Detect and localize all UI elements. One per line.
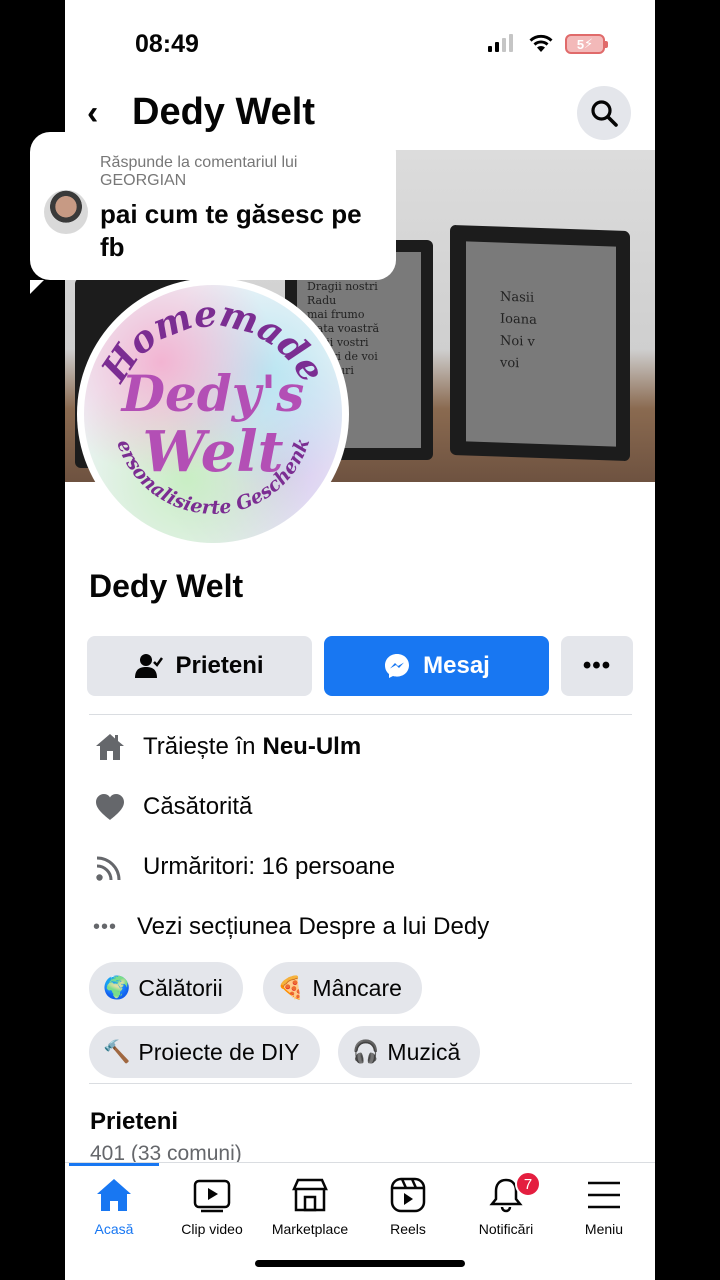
status-time: 08:49 xyxy=(135,30,199,58)
hobby-label: Muzică xyxy=(387,1038,461,1065)
info-row-lives: Trăiește în Neu-Ulm xyxy=(93,730,361,764)
globe-icon: 🌍 xyxy=(103,975,131,1001)
marketplace-icon xyxy=(292,1178,328,1212)
dedys-welt-logo: Homemade Personalisierte Geschenke Dedy'… xyxy=(84,285,342,543)
headphones-icon: 🎧 xyxy=(352,1039,380,1065)
home-icon xyxy=(97,1179,131,1211)
message-button-label: Mesaj xyxy=(423,652,490,679)
friends-button-label: Prieteni xyxy=(175,652,264,679)
comment-text: pai cum te găsesc pe fb xyxy=(100,199,362,262)
more-options-button[interactable]: ••• xyxy=(561,636,633,696)
nav-item-menu[interactable]: Meniu xyxy=(555,1177,653,1237)
about-link: Vezi secțiunea Despre a lui Dedy xyxy=(137,913,490,940)
search-button[interactable] xyxy=(577,86,631,140)
battery-level: 5 xyxy=(576,36,585,52)
active-tab-indicator xyxy=(69,1163,159,1166)
info-row-about[interactable]: ••• Vezi secțiunea Despre a lui Dedy xyxy=(91,910,489,944)
nav-label: Reels xyxy=(390,1221,426,1237)
hobby-chip-diy[interactable]: 🔨 Proiecte de DIY xyxy=(89,1026,320,1078)
nav-label: Meniu xyxy=(584,1221,624,1237)
video-icon xyxy=(193,1179,231,1213)
hobby-label: Călătorii xyxy=(138,974,223,1001)
nav-label: Acasă xyxy=(94,1221,134,1237)
profile-name: Dedy Welt xyxy=(89,568,244,604)
rss-icon xyxy=(93,850,127,884)
hobby-label: Mâncare xyxy=(312,974,402,1001)
info-row-followers[interactable]: Urmăritori: 16 persoane xyxy=(93,850,395,884)
info-row-relationship: Căsătorită xyxy=(93,790,252,824)
friends-button[interactable]: Prieteni xyxy=(87,636,312,696)
nav-label: Clip video xyxy=(181,1221,243,1237)
relationship-status: Căsătorită xyxy=(143,793,253,820)
logo-text-welt: Welt xyxy=(142,419,283,485)
logo-text-dedys: Dedy's xyxy=(120,364,305,423)
hammer-icon: 🔨 xyxy=(103,1039,131,1065)
nav-item-reels[interactable]: Reels xyxy=(359,1177,457,1237)
heart-icon xyxy=(93,790,127,824)
followers-count: Urmăritori: 16 persoane xyxy=(143,853,396,880)
divider xyxy=(89,714,632,715)
reply-label: Răspunde la comentariul lui GEORGIAN xyxy=(100,154,298,189)
nav-item-home[interactable]: Acasă xyxy=(65,1177,163,1237)
notification-badge: 7 xyxy=(515,1171,541,1197)
cover-frame-right: Nasii Ioana Noi v voi xyxy=(450,224,630,462)
status-bar: 08:49 5 ⚡ xyxy=(65,0,655,88)
more-dots-icon: ••• xyxy=(582,652,612,679)
nav-label: Notificări xyxy=(478,1221,534,1237)
friend-check-icon xyxy=(135,654,164,678)
lives-city: Neu-Ulm xyxy=(262,733,362,760)
divider xyxy=(89,1083,632,1084)
home-icon xyxy=(93,730,127,764)
page-title: Dedy Welt xyxy=(132,91,316,133)
avatar xyxy=(44,190,88,234)
hobby-chip-food[interactable]: 🍕 Mâncare xyxy=(263,962,422,1014)
search-icon xyxy=(591,100,618,127)
nav-item-video[interactable]: Clip video xyxy=(163,1177,261,1237)
ellipsis-icon: ••• xyxy=(92,915,117,938)
friends-section-title: Prieteni xyxy=(90,1108,179,1135)
battery-icon: 5 ⚡ xyxy=(565,34,608,54)
signal-icon xyxy=(488,34,513,52)
lives-prefix: Trăiește în xyxy=(143,733,256,760)
message-button[interactable]: Mesaj xyxy=(324,636,549,696)
pizza-icon: 🍕 xyxy=(277,975,305,1001)
cover-frame-text-2: Nasii Ioana Noi v voi xyxy=(500,289,537,372)
nav-item-notifications[interactable]: 7 Notificări xyxy=(457,1171,555,1237)
hobby-chip-music[interactable]: 🎧 Muzică xyxy=(338,1026,481,1078)
back-chevron-icon[interactable]: ‹ xyxy=(87,94,98,133)
messenger-icon xyxy=(385,654,410,678)
nav-label: Marketplace xyxy=(271,1221,349,1237)
comment-reply-bubble[interactable]: Răspunde la comentariul lui GEORGIAN pai… xyxy=(30,132,396,294)
nav-item-marketplace[interactable]: Marketplace xyxy=(261,1177,359,1237)
reels-icon xyxy=(390,1177,426,1213)
hobby-label: Proiecte de DIY xyxy=(138,1038,300,1065)
wifi-icon xyxy=(529,34,553,52)
profile-picture[interactable]: Homemade Personalisierte Geschenke Dedy'… xyxy=(77,278,349,550)
home-indicator[interactable] xyxy=(255,1260,465,1267)
hobby-chip-travel[interactable]: 🌍 Călătorii xyxy=(89,962,243,1014)
menu-icon xyxy=(588,1181,620,1209)
